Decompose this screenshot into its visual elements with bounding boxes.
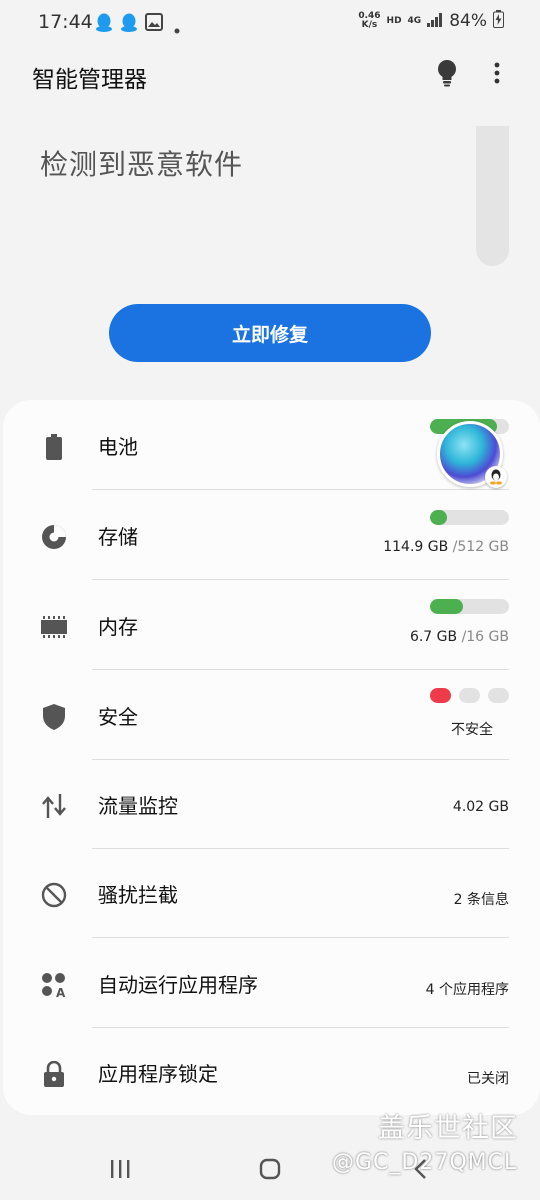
- security-item[interactable]: 安全 不安全: [3, 670, 540, 760]
- memory-progress-fill: [430, 599, 464, 614]
- svg-text:A: A: [56, 986, 66, 998]
- data-transfer-icon: [39, 791, 69, 821]
- device-care-card: 电池 存储 114.9 GB /512 GB 内存 6.7 GB /16 GB: [3, 400, 540, 1115]
- home-button[interactable]: [250, 1156, 290, 1186]
- security-level-indicator: [430, 688, 509, 703]
- signal-icon: [427, 12, 443, 31]
- app-lock-item[interactable]: 应用程序锁定 已关闭: [3, 1027, 540, 1117]
- fix-now-button[interactable]: 立即修复: [109, 304, 431, 362]
- memory-total: /16 GB: [461, 629, 509, 645]
- memory-usage: 6.7 GB /16 GB: [410, 629, 509, 645]
- hd-indicator: HD: [386, 16, 402, 26]
- storage-progress-fill: [430, 510, 448, 525]
- security-status: 不安全: [451, 722, 493, 738]
- security-level-dot: [430, 688, 451, 703]
- block-label: 骚扰拦截: [98, 883, 178, 907]
- memory-label: 内存: [98, 615, 138, 639]
- memory-progress: [430, 599, 509, 614]
- image-notification-icon: [145, 13, 163, 35]
- auto-run-apps-icon: A: [39, 970, 69, 1000]
- page-title: 智能管理器: [32, 67, 147, 93]
- auto-run-label: 自动运行应用程序: [98, 973, 258, 997]
- more-notifications-icon: [174, 19, 180, 38]
- security-level-dot: [488, 688, 509, 703]
- recent-apps-icon: [109, 1159, 131, 1183]
- app-lock-value: 已关闭: [467, 1071, 509, 1087]
- tips-button[interactable]: [432, 58, 462, 92]
- storage-label: 存储: [98, 525, 138, 549]
- memory-used: 6.7 GB: [409, 629, 458, 645]
- storage-total: /512 GB: [452, 539, 509, 555]
- block-icon: [39, 880, 69, 910]
- shield-icon: [39, 702, 69, 732]
- qq-notification-icon: [95, 13, 113, 37]
- battery-label: 电池: [98, 435, 138, 459]
- block-value: 2 条信息: [453, 892, 509, 908]
- status-right: 0.46 K/s HD 4G 84%: [358, 10, 504, 32]
- malware-alert-message: 检测到恶意软件: [40, 148, 244, 181]
- storage-used: 114.9 GB: [383, 539, 449, 555]
- home-icon: [259, 1158, 281, 1184]
- app-lock-label: 应用程序锁定: [98, 1062, 218, 1086]
- auto-run-item[interactable]: A 自动运行应用程序 4 个应用程序: [3, 938, 540, 1028]
- security-label: 安全: [98, 705, 138, 729]
- memory-icon: [39, 612, 69, 642]
- security-level-dot: [459, 688, 480, 703]
- more-vertical-icon: [494, 61, 500, 89]
- storage-usage: 114.9 GB /512 GB: [383, 539, 509, 555]
- network-speed: 0.46 K/s: [358, 11, 381, 30]
- battery-percent: 84%: [449, 11, 487, 31]
- lock-icon: [39, 1059, 69, 1089]
- battery-icon: [39, 432, 69, 462]
- user-handle-watermark: @GC_D27QMCL: [332, 1150, 518, 1175]
- qq-penguin-icon: [485, 466, 507, 488]
- status-bar: 17:44 0.46 K/s HD 4G 84%: [0, 0, 540, 44]
- auto-run-value: 4 个应用程序: [425, 982, 509, 998]
- storage-item[interactable]: 存储 114.9 GB /512 GB: [3, 490, 540, 580]
- block-item[interactable]: 骚扰拦截 2 条信息: [3, 848, 540, 938]
- status-time: 17:44: [38, 11, 93, 33]
- storage-icon: [39, 522, 69, 552]
- memory-item[interactable]: 内存 6.7 GB /16 GB: [3, 580, 540, 670]
- more-options-button[interactable]: [482, 58, 512, 92]
- qq-notification-icon: [120, 13, 138, 37]
- scrollbar[interactable]: [476, 126, 509, 266]
- storage-progress: [430, 510, 509, 525]
- battery-charging-icon: [493, 10, 504, 32]
- network-type: 4G: [407, 16, 422, 26]
- data-usage-label: 流量监控: [98, 794, 178, 818]
- data-usage-value: 4.02 GB: [452, 799, 509, 815]
- recent-apps-button[interactable]: [100, 1156, 140, 1186]
- data-usage-item[interactable]: 流量监控 4.02 GB: [3, 759, 540, 849]
- lightbulb-icon: [436, 59, 458, 91]
